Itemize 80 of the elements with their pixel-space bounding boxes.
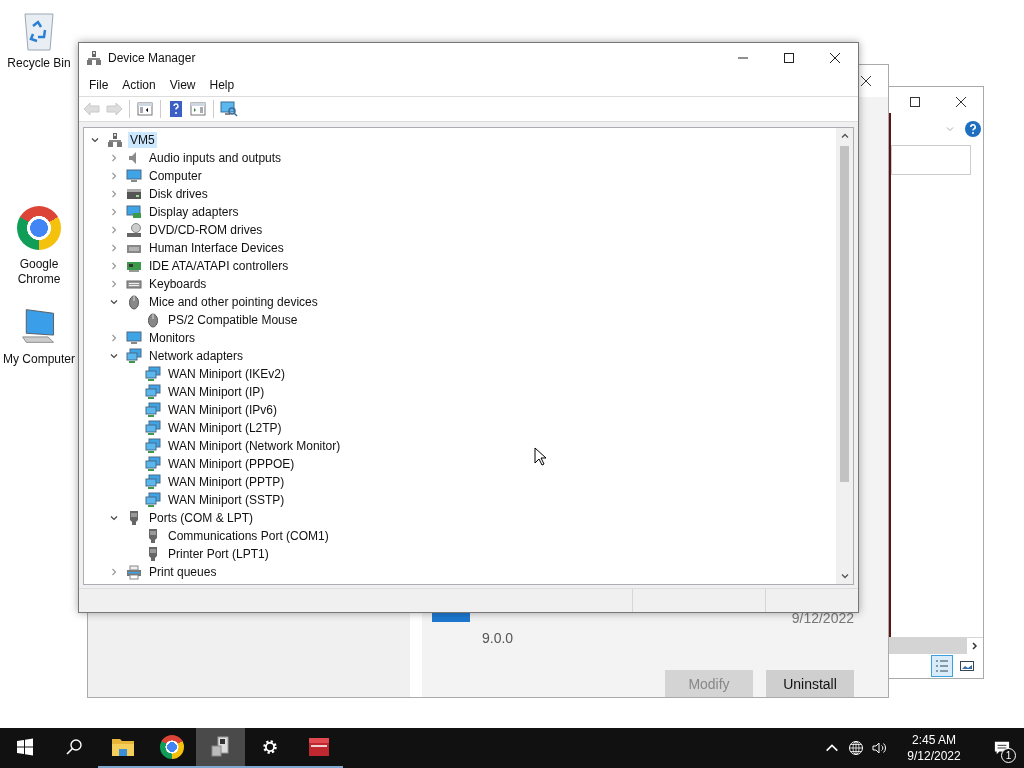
tree-item[interactable]: Disk drives <box>147 186 210 202</box>
tree-item[interactable]: Printer Port (LPT1) <box>166 546 271 562</box>
printer-icon <box>126 564 142 580</box>
tree-item[interactable]: WAN Miniport (PPTP) <box>166 474 287 490</box>
tree-item[interactable]: WAN Miniport (IPv6) <box>166 402 279 418</box>
tree-item[interactable]: Print queues <box>147 564 219 580</box>
mouse-cursor-icon <box>534 447 546 466</box>
mouse-icon <box>126 294 142 310</box>
help-button[interactable] <box>167 100 185 118</box>
tree-item[interactable]: Ports (COM & LPT) <box>147 510 255 526</box>
tree-item[interactable]: IDE ATA/ATAPI controllers <box>147 258 291 274</box>
tree-item[interactable]: WAN Miniport (IKEv2) <box>166 366 287 382</box>
scan-hardware-button[interactable] <box>220 100 238 118</box>
network-computer-icon <box>107 132 123 148</box>
network-monitor-icon <box>145 438 161 454</box>
monitor-icon <box>126 168 142 184</box>
tree-item[interactable]: Monitors <box>147 330 197 346</box>
search-icon[interactable] <box>64 738 83 756</box>
network-monitor-icon <box>126 348 142 364</box>
vertical-scrollbar[interactable] <box>836 128 853 584</box>
tree-item[interactable]: WAN Miniport (Network Monitor) <box>166 438 343 454</box>
notification-badge: 1 <box>1001 748 1016 763</box>
monitor-icon <box>126 330 142 346</box>
tree-item[interactable]: Mice and other pointing devices <box>147 294 320 310</box>
clock[interactable]: 2:45 AM 9/12/2022 <box>896 732 972 764</box>
tree-item[interactable]: PS/2 Compatible Mouse <box>166 312 300 328</box>
globe-icon[interactable] <box>848 740 864 756</box>
tree-item[interactable]: Audio inputs and outputs <box>147 150 284 166</box>
speaker-icon[interactable] <box>872 740 888 756</box>
network-monitor-icon <box>145 384 161 400</box>
tree-item[interactable]: Display adapters <box>147 204 241 220</box>
clock-time: 2:45 AM <box>912 732 956 748</box>
taskbar-button[interactable] <box>196 728 245 768</box>
console-tree-button[interactable] <box>136 100 154 118</box>
menu-item[interactable]: Help <box>202 75 242 94</box>
uninstall-button[interactable]: Uninstall <box>766 670 854 697</box>
display-card-icon <box>126 204 142 220</box>
tree-item[interactable]: WAN Miniport (SSTP) <box>166 492 287 508</box>
disc-drive-icon <box>126 222 142 238</box>
network-computer-icon <box>86 50 102 66</box>
network-monitor-icon <box>145 366 161 382</box>
tree-item[interactable]: WAN Miniport (IP) <box>166 384 267 400</box>
clock-date: 9/12/2022 <box>907 748 961 764</box>
desktop-icon-label[interactable]: Recycle Bin <box>1 56 77 71</box>
mouse-icon <box>145 312 161 328</box>
close-icon[interactable] <box>860 75 872 87</box>
scroll-thumb[interactable] <box>840 146 849 482</box>
disk-drive-icon <box>126 186 142 202</box>
tree-item[interactable]: Keyboards <box>147 276 209 292</box>
desktop-icon-label[interactable]: Google Chrome <box>1 257 77 287</box>
menu-item[interactable]: Action <box>115 75 163 94</box>
network-monitor-icon <box>145 474 161 490</box>
network-monitor-icon <box>145 420 161 436</box>
network-monitor-icon <box>145 456 161 472</box>
help-icon[interactable] <box>965 121 981 137</box>
tree-item[interactable]: DVD/CD-ROM drives <box>147 222 265 238</box>
tree-item[interactable]: Human Interface Devices <box>147 240 286 256</box>
maximize-icon[interactable] <box>909 96 921 108</box>
scroll-right-icon[interactable] <box>967 637 983 654</box>
tree-item[interactable]: Communications Port (COM1) <box>166 528 331 544</box>
close-icon[interactable] <box>955 96 967 108</box>
horizontal-scrollbar[interactable] <box>889 637 983 654</box>
install-date: 9/12/2022 <box>791 610 854 626</box>
tree-item[interactable]: WAN Miniport (L2TP) <box>166 420 284 436</box>
tree-item[interactable]: Network adapters <box>147 348 246 364</box>
tree-item[interactable]: Computer <box>147 168 204 184</box>
menu-item[interactable]: File <box>82 75 116 94</box>
version-text: 9.0.0 <box>482 630 515 646</box>
window-title: Device Manager <box>108 51 196 65</box>
search-field[interactable] <box>891 145 971 175</box>
desktop-icon-label[interactable]: My Computer <box>1 352 77 367</box>
windows-logo-icon[interactable] <box>15 738 34 756</box>
tree-item[interactable]: WAN Miniport (PPPOE) <box>166 456 297 472</box>
chrome-icon[interactable] <box>159 735 184 759</box>
tree-item[interactable]: VM5 <box>128 132 157 148</box>
menu-item[interactable]: View <box>162 75 203 94</box>
network-monitor-icon <box>145 492 161 508</box>
gear-icon[interactable] <box>260 738 279 756</box>
network-monitor-icon <box>145 402 161 418</box>
archive-icon[interactable] <box>306 735 331 759</box>
